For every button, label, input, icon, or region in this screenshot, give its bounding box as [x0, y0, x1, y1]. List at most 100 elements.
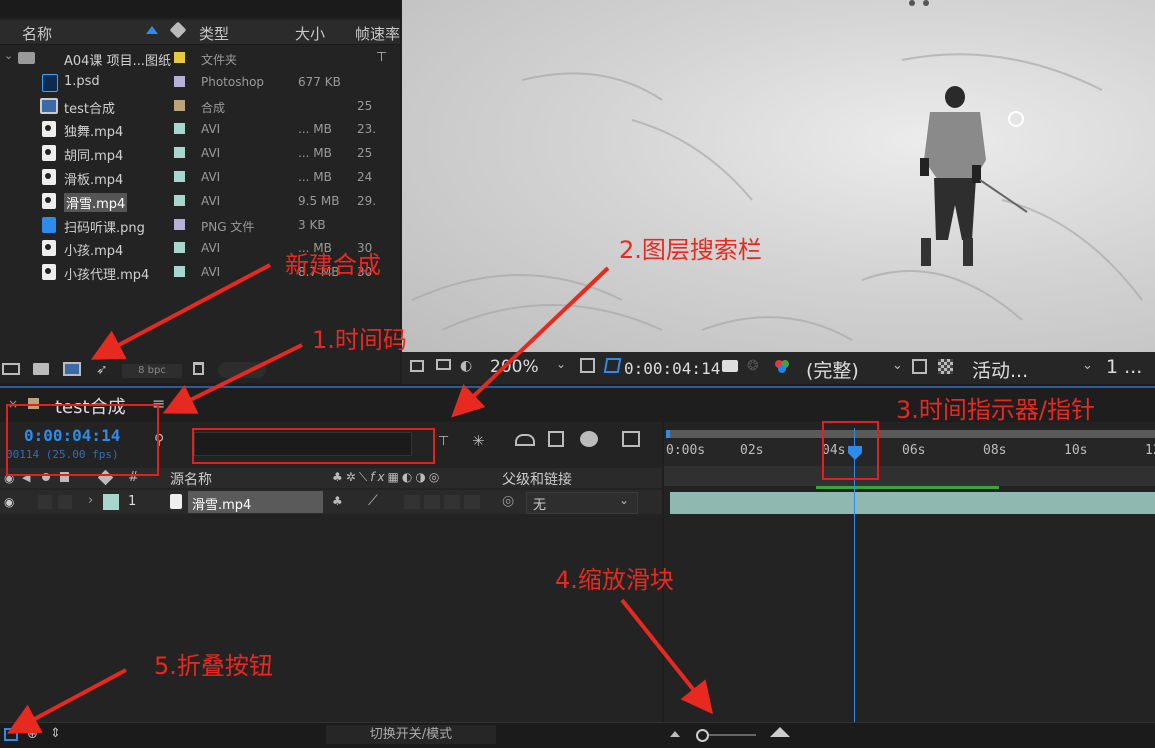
parent-dropdown[interactable]: 无 ⌄ — [526, 492, 638, 514]
in-out-toggle-icon[interactable]: ⇕ — [50, 726, 61, 741]
project-item[interactable]: 1.psd Photoshop 677 KB — [0, 70, 400, 93]
pickwhip-icon[interactable]: ◎ — [502, 493, 514, 509]
layer-switches-toggle-icon[interactable] — [4, 728, 18, 741]
quality-switch-icon[interactable]: ⟋ — [368, 493, 378, 509]
visibility-eye-icon[interactable]: ◉ — [4, 495, 14, 509]
item-type: PNG 文件 — [201, 219, 255, 234]
safe-margins-icon[interactable] — [580, 358, 595, 373]
show-snapshot-icon[interactable]: ❂ — [747, 358, 759, 374]
channel-icon[interactable] — [774, 358, 790, 374]
label-color-chip[interactable] — [174, 266, 185, 278]
mask-toggle-icon[interactable]: ◐ — [460, 358, 472, 374]
work-area-range[interactable] — [816, 486, 999, 489]
viewer-timecode[interactable]: 0:00:04:14 — [624, 359, 720, 378]
work-area-bar[interactable] — [664, 466, 1155, 486]
motion-blur-icon[interactable] — [580, 431, 598, 447]
project-item[interactable]: ⌄ A04课 项目...图纸 文件夹 — [0, 46, 400, 69]
adjustment-switch[interactable] — [464, 495, 480, 509]
project-item[interactable]: 滑雪.mp4 AVI 9.5 MB 29. — [0, 189, 400, 212]
sort-arrow-icon[interactable] — [146, 26, 158, 34]
label-tag-icon[interactable] — [169, 21, 187, 39]
item-type: AVI — [201, 241, 221, 256]
folder-expand-icon[interactable]: ⌄ — [4, 49, 13, 62]
fx-switch[interactable] — [404, 495, 420, 509]
views-dropdown[interactable]: 1 ... — [1106, 356, 1142, 378]
layer-name-field[interactable]: 滑雪.mp4 — [188, 491, 323, 513]
snapshot-toggle-icon[interactable] — [410, 360, 424, 372]
expand-chevron-icon[interactable]: › — [88, 493, 93, 508]
frame-blending-icon[interactable] — [548, 431, 564, 447]
item-fps: 25 — [357, 146, 373, 161]
interpret-footage-icon[interactable] — [2, 363, 20, 375]
label-color-chip[interactable] — [174, 194, 185, 206]
camera-dropdown[interactable]: 活动... ⌄ — [972, 356, 1093, 382]
col-fps[interactable]: 帧速率 — [355, 23, 400, 44]
project-item[interactable]: 独舞.mp4 AVI ... MB 23. — [0, 117, 400, 140]
navigator-bar[interactable] — [666, 430, 1155, 438]
bpc-label: 8 bpc — [138, 365, 166, 376]
project-scrollbar[interactable] — [218, 362, 266, 378]
solo-box[interactable] — [58, 495, 72, 509]
transparency-grid-icon[interactable] — [938, 359, 953, 374]
region-of-interest-icon[interactable] — [603, 358, 622, 373]
bpc-button[interactable]: 8 bpc — [122, 364, 182, 378]
chevron-down-icon: ⌄ — [1082, 358, 1093, 373]
motion-blur-switch[interactable] — [444, 495, 460, 509]
label-color-chip[interactable] — [174, 218, 185, 230]
label-color-chip[interactable] — [174, 147, 185, 159]
toggle-switches-modes-label: 切换开关/模式 — [369, 727, 453, 742]
ruler-tick-label: 02s — [740, 443, 764, 458]
image-icon — [42, 216, 56, 233]
label-color-chip[interactable] — [174, 99, 185, 111]
label-color-chip[interactable] — [174, 123, 185, 135]
project-item[interactable]: test合成 合成 25 — [0, 94, 400, 117]
flowchart-icon[interactable]: ⊤ — [376, 50, 390, 65]
col-name[interactable]: 名称 — [22, 23, 52, 44]
composition-viewer[interactable] — [402, 0, 1155, 352]
video-icon — [42, 240, 56, 257]
new-folder-icon[interactable] — [33, 363, 49, 375]
label-color-chip[interactable] — [174, 52, 185, 63]
frame-blend-switch[interactable] — [424, 495, 440, 509]
shy-layers-icon[interactable] — [515, 434, 535, 446]
fast-preview-icon[interactable] — [912, 359, 927, 374]
item-size: ... MB — [298, 170, 332, 184]
layer-row[interactable]: ◉ › 1 滑雪.mp4 ♣ ⟋ ◎ 无 ⌄ — [0, 490, 662, 514]
draft-3d-icon[interactable]: ✳ — [472, 432, 485, 450]
zoom-out-icon[interactable] — [670, 731, 680, 737]
project-item[interactable]: 滑板.mp4 AVI ... MB 24 — [0, 165, 400, 188]
chevron-down-icon: ⌄ — [619, 493, 630, 507]
resolution-dropdown[interactable]: (完整) ⌄ — [806, 356, 906, 382]
shy-switch-icon[interactable]: ♣ — [332, 494, 343, 508]
project-item[interactable]: 扫码听课.png PNG 文件 3 KB — [0, 213, 400, 236]
graph-editor-icon[interactable] — [622, 431, 640, 447]
layer-duration-bar[interactable] — [670, 492, 1155, 514]
composition-mini-flowchart-icon[interactable]: ⊤ — [438, 434, 449, 449]
label-color-chip[interactable] — [174, 75, 185, 87]
zoom-value: 200% — [490, 357, 539, 377]
render-queue-icon[interactable]: ➶ — [96, 362, 108, 378]
zoom-slider-handle[interactable] — [696, 729, 709, 742]
col-size[interactable]: 大小 — [295, 23, 325, 44]
transfer-controls-toggle-icon[interactable]: ⊕ — [27, 727, 38, 742]
source-name-column[interactable]: 源名称 — [170, 469, 212, 489]
camera-snapshot-icon[interactable] — [722, 360, 738, 372]
item-type: AVI — [201, 265, 221, 280]
zoom-dropdown[interactable]: 200% ⌄ — [490, 357, 570, 377]
display-icon[interactable] — [436, 359, 451, 370]
timeline-graph-area[interactable] — [664, 422, 1155, 722]
search-bar-strip[interactable] — [0, 0, 400, 18]
new-composition-icon[interactable] — [63, 362, 81, 376]
layer-label-color[interactable] — [103, 494, 119, 510]
col-type[interactable]: 类型 — [199, 23, 229, 44]
project-item[interactable]: 胡同.mp4 AVI ... MB 25 — [0, 141, 400, 164]
label-color-chip[interactable] — [174, 242, 185, 254]
viewer-toolbar: ◐ 200% ⌄ 0:00:04:14 ❂ (完整) ⌄ 活动... ⌄ 1 .… — [402, 352, 1155, 384]
item-name: 滑雪.mp4 — [64, 192, 128, 212]
toggle-switches-modes-button[interactable]: 切换开关/模式 — [326, 725, 496, 744]
zoom-in-icon[interactable] — [770, 727, 790, 737]
audio-box[interactable] — [38, 495, 52, 509]
label-color-chip[interactable] — [174, 171, 185, 182]
parent-link-column[interactable]: 父级和链接 — [502, 469, 572, 489]
trash-icon[interactable] — [193, 362, 204, 375]
